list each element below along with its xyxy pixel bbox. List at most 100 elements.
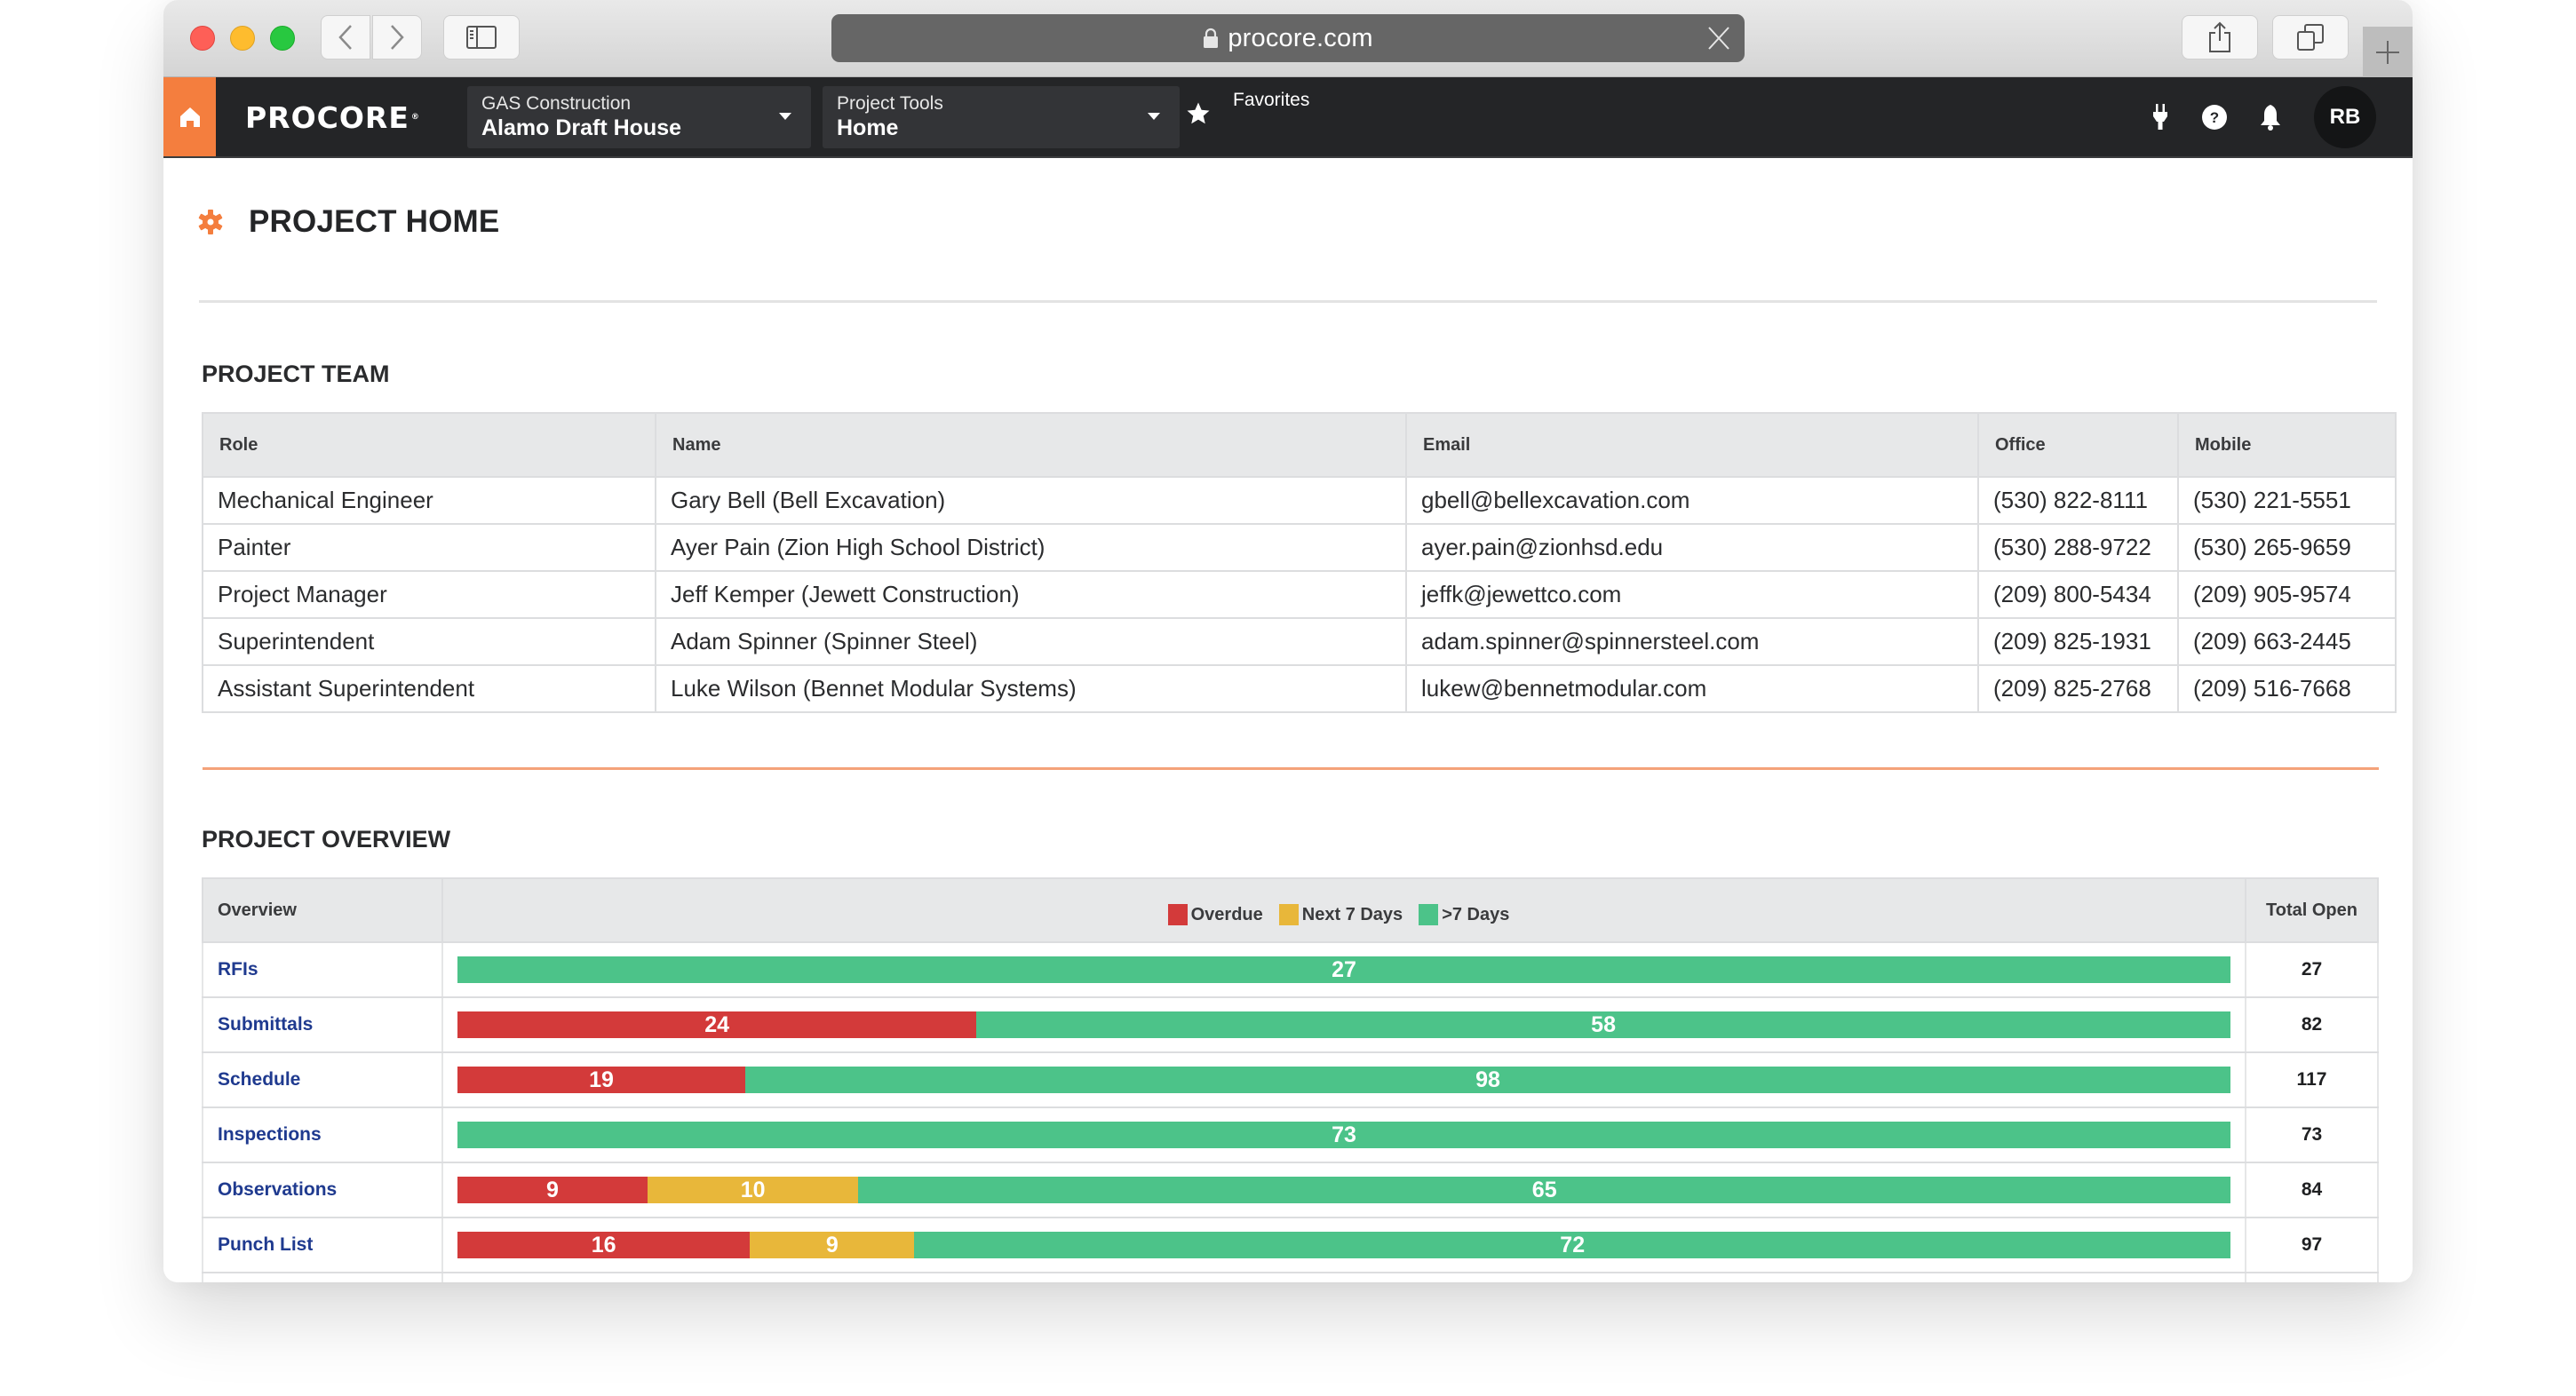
sidebar-toggle-button[interactable] — [443, 15, 520, 59]
bar-value-label: 27 — [1332, 956, 1356, 982]
overview-item-link[interactable]: Punch List — [218, 1234, 313, 1255]
bar-value-label: 16 — [591, 1232, 616, 1257]
plug-icon — [2153, 104, 2167, 130]
svg-text:?: ? — [2210, 109, 2219, 126]
team-member-row: Painter Ayer Pain (Zion High School Distr… — [202, 523, 2397, 572]
bar-segment-7-days[interactable]: 98 — [745, 1067, 2230, 1093]
project-team-heading: PROJECT TEAM — [202, 361, 390, 387]
overview-item-link[interactable]: Inspections — [218, 1124, 322, 1145]
url-text: procore.com — [1228, 23, 1373, 52]
zoom-window-button[interactable] — [270, 26, 295, 51]
share-button[interactable] — [2182, 15, 2258, 59]
stacked-bar[interactable]: 19 98 — [457, 1067, 2230, 1093]
sidebar-icon — [466, 26, 497, 49]
favorites-label[interactable]: Favorites — [1233, 90, 1309, 111]
stacked-bar[interactable]: 27 — [457, 956, 2230, 983]
column-header-email[interactable]: Email — [1405, 412, 1979, 478]
bar-segment-overdue[interactable]: 9 — [457, 1177, 648, 1203]
back-button[interactable] — [321, 15, 370, 59]
bar-value-label: 98 — [1475, 1067, 1500, 1092]
total-open-value: 73 — [2245, 1106, 2379, 1163]
avatar-initials: RB — [2329, 105, 2361, 129]
bar-segment-next-7-days[interactable]: 9 — [750, 1232, 915, 1258]
integrations-button[interactable] — [2151, 104, 2169, 135]
overview-row: Punch List 16 9 72 97 — [202, 1217, 2379, 1273]
chart-legend: Overdue Next 7 Days >7 Days — [1167, 904, 1521, 925]
user-avatar[interactable]: RB — [2314, 86, 2376, 148]
legend-swatch — [1419, 904, 1439, 925]
column-header-mobile[interactable]: Mobile — [2177, 412, 2397, 478]
team-cell-name: Ayer Pain (Zion High School District) — [655, 523, 1407, 572]
bar-segment-7-days[interactable]: 27 — [457, 956, 2230, 983]
address-bar[interactable]: procore.com — [831, 14, 1745, 62]
bar-segment-next-7-days[interactable]: 10 — [647, 1177, 859, 1203]
team-cell-office: (209) 825-1931 — [1977, 617, 2179, 666]
bar-segment-overdue[interactable]: 16 — [457, 1232, 751, 1258]
app-navbar: PROCORE ® GAS Construction Alamo Draft H… — [163, 77, 2413, 158]
caret-down-icon — [1148, 113, 1160, 120]
help-button[interactable]: ? — [2201, 104, 2228, 135]
overview-row: Observations 9 10 65 84 — [202, 1162, 2379, 1218]
project-tools-selector[interactable]: Project Tools Home — [823, 86, 1180, 148]
bar-segment-7-days[interactable]: 65 — [858, 1177, 2230, 1203]
column-header-role[interactable]: Role — [202, 412, 656, 478]
clear-url-button[interactable] — [1707, 26, 1730, 55]
company-name: GAS Construction — [481, 93, 632, 114]
legend-label: Overdue — [1190, 905, 1263, 924]
bar-segment-overdue[interactable]: 24 — [457, 1011, 977, 1038]
help-icon: ? — [2202, 105, 2227, 130]
column-header-name[interactable]: Name — [655, 412, 1407, 478]
minimize-window-button[interactable] — [230, 26, 255, 51]
overview-table-header: Overview Overdue Next 7 Days >7 Days Total… — [202, 877, 2379, 943]
column-header-office[interactable]: Office — [1977, 412, 2179, 478]
notifications-button[interactable] — [2259, 104, 2282, 135]
legend-item: Next 7 Days — [1278, 904, 1403, 925]
bar-value-label: 65 — [1531, 1177, 1557, 1202]
team-cell-name: Luke Wilson (Bennet Modular Systems) — [655, 664, 1407, 713]
legend-item: >7 Days — [1419, 904, 1509, 925]
team-member-row: Assistant Superintendent Luke Wilson (Ben… — [202, 664, 2397, 713]
caret-down-icon — [779, 113, 791, 120]
home-button[interactable] — [163, 77, 216, 156]
overview-item-cell: Submittals — [202, 996, 443, 1053]
overview-item-link[interactable]: Schedule — [218, 1069, 300, 1090]
bar-segment-7-days[interactable]: 58 — [976, 1011, 2230, 1038]
overview-item-link[interactable]: RFIs — [218, 959, 258, 980]
page-header: PROJECT HOME — [197, 204, 499, 240]
overview-cell-partial — [2245, 1272, 2379, 1282]
bar-segment-overdue[interactable]: 19 — [457, 1067, 746, 1093]
stacked-bar[interactable]: 24 58 — [457, 1011, 2230, 1038]
close-window-button[interactable] — [190, 26, 215, 51]
overview-row: RFIs 27 27 — [202, 941, 2379, 998]
page-title: PROJECT HOME — [249, 204, 500, 239]
bar-segment-7-days[interactable]: 73 — [457, 1122, 2230, 1148]
procore-logo[interactable]: PROCORE ® — [245, 99, 420, 135]
team-cell-email: jeffk@jewettco.com — [1405, 570, 1979, 619]
stacked-bar[interactable]: 9 10 65 — [457, 1177, 2230, 1203]
overview-item-cell: RFIs — [202, 941, 443, 998]
favorites-button[interactable] — [1185, 100, 1212, 131]
header-divider — [199, 300, 2377, 303]
section-divider — [203, 767, 2379, 770]
forward-button[interactable] — [372, 15, 422, 59]
team-table-header: Role Name Email Office Mobile — [202, 412, 2397, 478]
team-cell-role: Superintendent — [202, 617, 656, 666]
stacked-bar[interactable]: 73 — [457, 1122, 2230, 1148]
team-cell-office: (530) 822-8111 — [1977, 476, 2179, 525]
bar-segment-7-days[interactable]: 72 — [914, 1232, 2230, 1258]
overview-item-link[interactable]: Submittals — [218, 1014, 313, 1035]
legend-label: Next 7 Days — [1301, 905, 1403, 924]
trademark-mark: ® — [410, 113, 420, 122]
overview-item-cell: Punch List — [202, 1217, 443, 1273]
overview-item-cell: Observations — [202, 1162, 443, 1218]
team-member-row: Superintendent Adam Spinner (Spinner Stee… — [202, 617, 2397, 666]
total-open-value: 82 — [2245, 996, 2379, 1053]
show-tabs-button[interactable] — [2272, 15, 2349, 59]
new-tab-button[interactable] — [2363, 27, 2413, 77]
overview-item-link[interactable]: Observations — [218, 1179, 337, 1200]
browser-toolbar: procore.com — [163, 0, 2413, 77]
stacked-bar[interactable]: 16 9 72 — [457, 1232, 2230, 1258]
bar-value-label: 9 — [545, 1177, 559, 1202]
project-selector[interactable]: GAS Construction Alamo Draft House — [467, 86, 811, 148]
logo-text: PROCORE — [245, 99, 409, 135]
